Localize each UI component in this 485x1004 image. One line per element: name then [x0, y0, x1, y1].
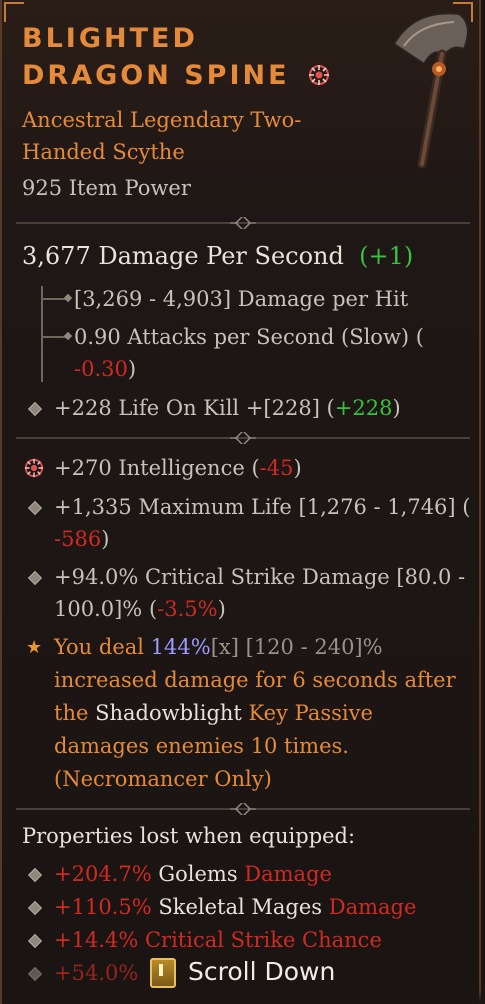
section-divider	[16, 803, 470, 815]
damage-per-hit: [3,269 - 4,903] Damage per Hit	[74, 287, 409, 311]
lost-property-row: +54.0%	[54, 961, 139, 985]
lost-property-row: +204.7% Golems Damage	[54, 862, 332, 886]
affix-bullet-icon	[27, 500, 43, 516]
section-divider	[16, 432, 470, 444]
affix-bullet-icon	[27, 401, 43, 417]
divider-ornament-icon	[230, 803, 256, 815]
item-power: 925 Item Power	[22, 176, 191, 200]
tree-branch	[43, 298, 69, 300]
section-divider	[16, 217, 470, 229]
divider-ornament-icon	[230, 432, 256, 444]
codex-power-icon	[24, 458, 44, 478]
item-name: BLIGHTED DRAGON SPINE	[22, 20, 352, 94]
affix-maximum-life: +1,335 Maximum Life [1,276 - 1,746] ( -5…	[54, 495, 471, 551]
life-on-kill: +228 Life On Kill +[228] (+228)	[54, 396, 401, 420]
legendary-aspect: You deal 144%[x] [120 - 240]% increased …	[54, 635, 456, 791]
affix-critical-strike-damage: +94.0% Critical Strike Damage [80.0 - 10…	[54, 565, 466, 621]
lost-property-row: +110.5% Skeletal Mages Damage	[54, 895, 417, 919]
weapon-stat-tree-line	[41, 286, 43, 382]
affix-bullet-icon	[27, 570, 43, 586]
attacks-per-second: 0.90 Attacks per Second (Slow) ( -0.30)	[74, 325, 424, 381]
affix-bullet-icon	[27, 867, 43, 883]
affix-intelligence: +270 Intelligence (-45)	[54, 456, 302, 480]
lost-property-row: +14.4% Critical Strike Chance	[54, 928, 382, 952]
frame-corner-ornament	[4, 2, 24, 22]
codex-power-icon	[308, 65, 329, 85]
properties-lost-header: Properties lost when equipped:	[22, 824, 356, 848]
scythe-weapon-icon	[392, 12, 469, 169]
bottom-fade	[2, 990, 485, 1004]
scroll-down-prompt[interactable]: Scroll Down	[188, 957, 335, 986]
scroll-key-icon[interactable]	[150, 958, 176, 988]
divider-ornament-icon	[230, 217, 256, 229]
affix-bullet-icon	[27, 900, 43, 916]
item-tooltip: BLIGHTED DRAGON SPINE Ancestral Legendar…	[0, 0, 485, 1004]
affix-bullet-icon	[27, 933, 43, 949]
damage-per-second: 3,677 Damage Per Second (+1)	[22, 242, 414, 270]
legendary-star-icon: ★	[26, 637, 43, 658]
tree-branch	[43, 336, 69, 338]
affix-bullet-icon	[27, 966, 43, 982]
item-type: Ancestral Legendary Two- Handed Scythe	[22, 108, 302, 164]
